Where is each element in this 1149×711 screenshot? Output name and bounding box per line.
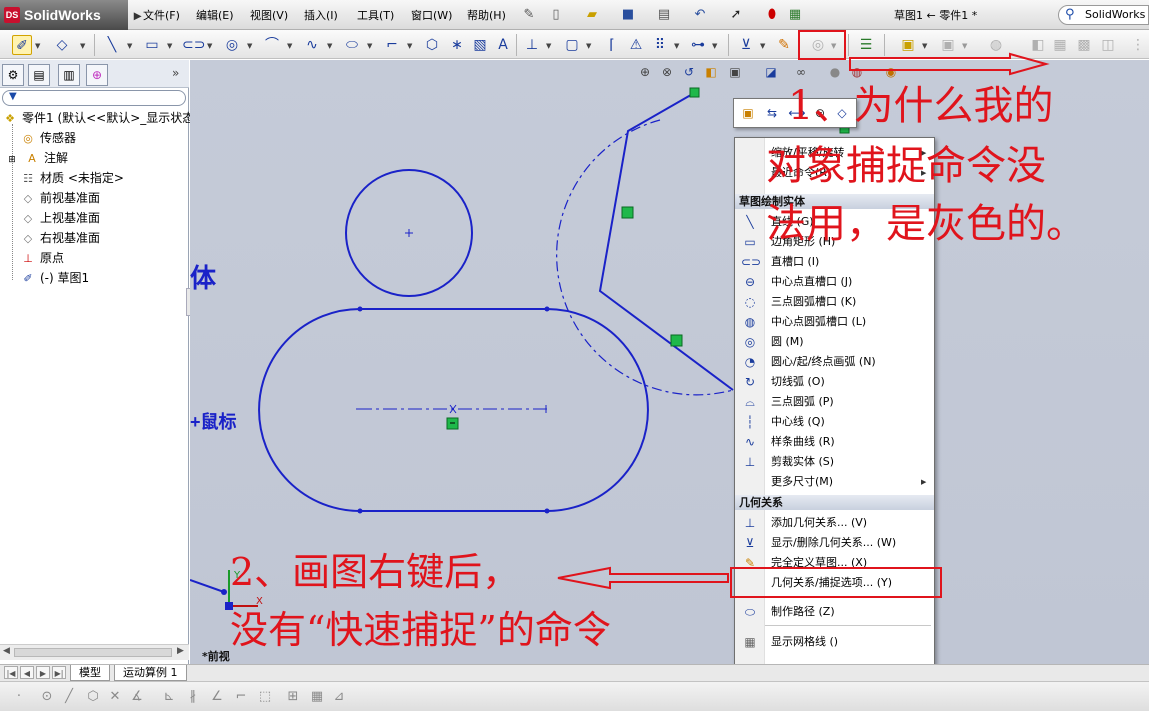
grid-snap-icon[interactable]: ⊞ xyxy=(284,688,302,706)
corner-icon[interactable]: ⌐ xyxy=(232,688,250,706)
tangent-icon[interactable]: ∡ xyxy=(128,688,146,706)
tab-prev-icon[interactable]: ◀ xyxy=(20,666,34,679)
bottom-tabs-bar: |◀ ◀ ▶ ▶| 模型 运动算例 1 xyxy=(0,664,1149,681)
annotation-note-1-line-3: 法用，是灰色的。 xyxy=(766,201,1086,247)
annotation-note-2-line-2: 没有“快速捕捉”的命令 xyxy=(230,608,611,652)
bottom-sketch-toolbar: · ⊙ ╱ ⬡ ✕ ∡ ⊾ ∦ ∠ ⌐ ⬚ ⊞ ▦ ⊿ xyxy=(0,681,1149,711)
angle-snap-icon[interactable]: ⊿ xyxy=(330,688,348,706)
parallel-icon[interactable]: ∦ xyxy=(184,688,202,706)
tab-model[interactable]: 模型 xyxy=(70,665,110,681)
annotation-note-1-line-1: 1、为什么我的 xyxy=(788,83,1054,129)
annotation-note-2-line-1: 2、画图右键后， xyxy=(230,550,521,594)
perpendicular-icon[interactable]: ⊾ xyxy=(160,688,178,706)
annotation-arrow-left xyxy=(557,566,729,590)
point-icon[interactable]: · xyxy=(10,688,28,706)
tab-next-icon[interactable]: ▶ xyxy=(36,666,50,679)
line-icon[interactable]: ╱ xyxy=(60,688,78,706)
intersection-icon[interactable]: ✕ xyxy=(106,688,124,706)
grid-icon[interactable]: ▦ xyxy=(308,688,326,706)
tab-first-icon[interactable]: |◀ xyxy=(4,666,18,679)
circle-icon[interactable]: ⊙ xyxy=(38,688,56,706)
angle-icon[interactable]: ∠ xyxy=(208,688,226,706)
tab-motion-study-1[interactable]: 运动算例 1 xyxy=(114,665,187,681)
box-select-icon[interactable]: ⬚ xyxy=(256,688,274,706)
polygon-icon[interactable]: ⬡ xyxy=(84,688,102,706)
annotation-note-1-line-2: 对象捕捉命令没 xyxy=(766,143,1046,189)
annotation-arrow-right xyxy=(849,52,1050,76)
tab-last-icon[interactable]: ▶| xyxy=(52,666,66,679)
